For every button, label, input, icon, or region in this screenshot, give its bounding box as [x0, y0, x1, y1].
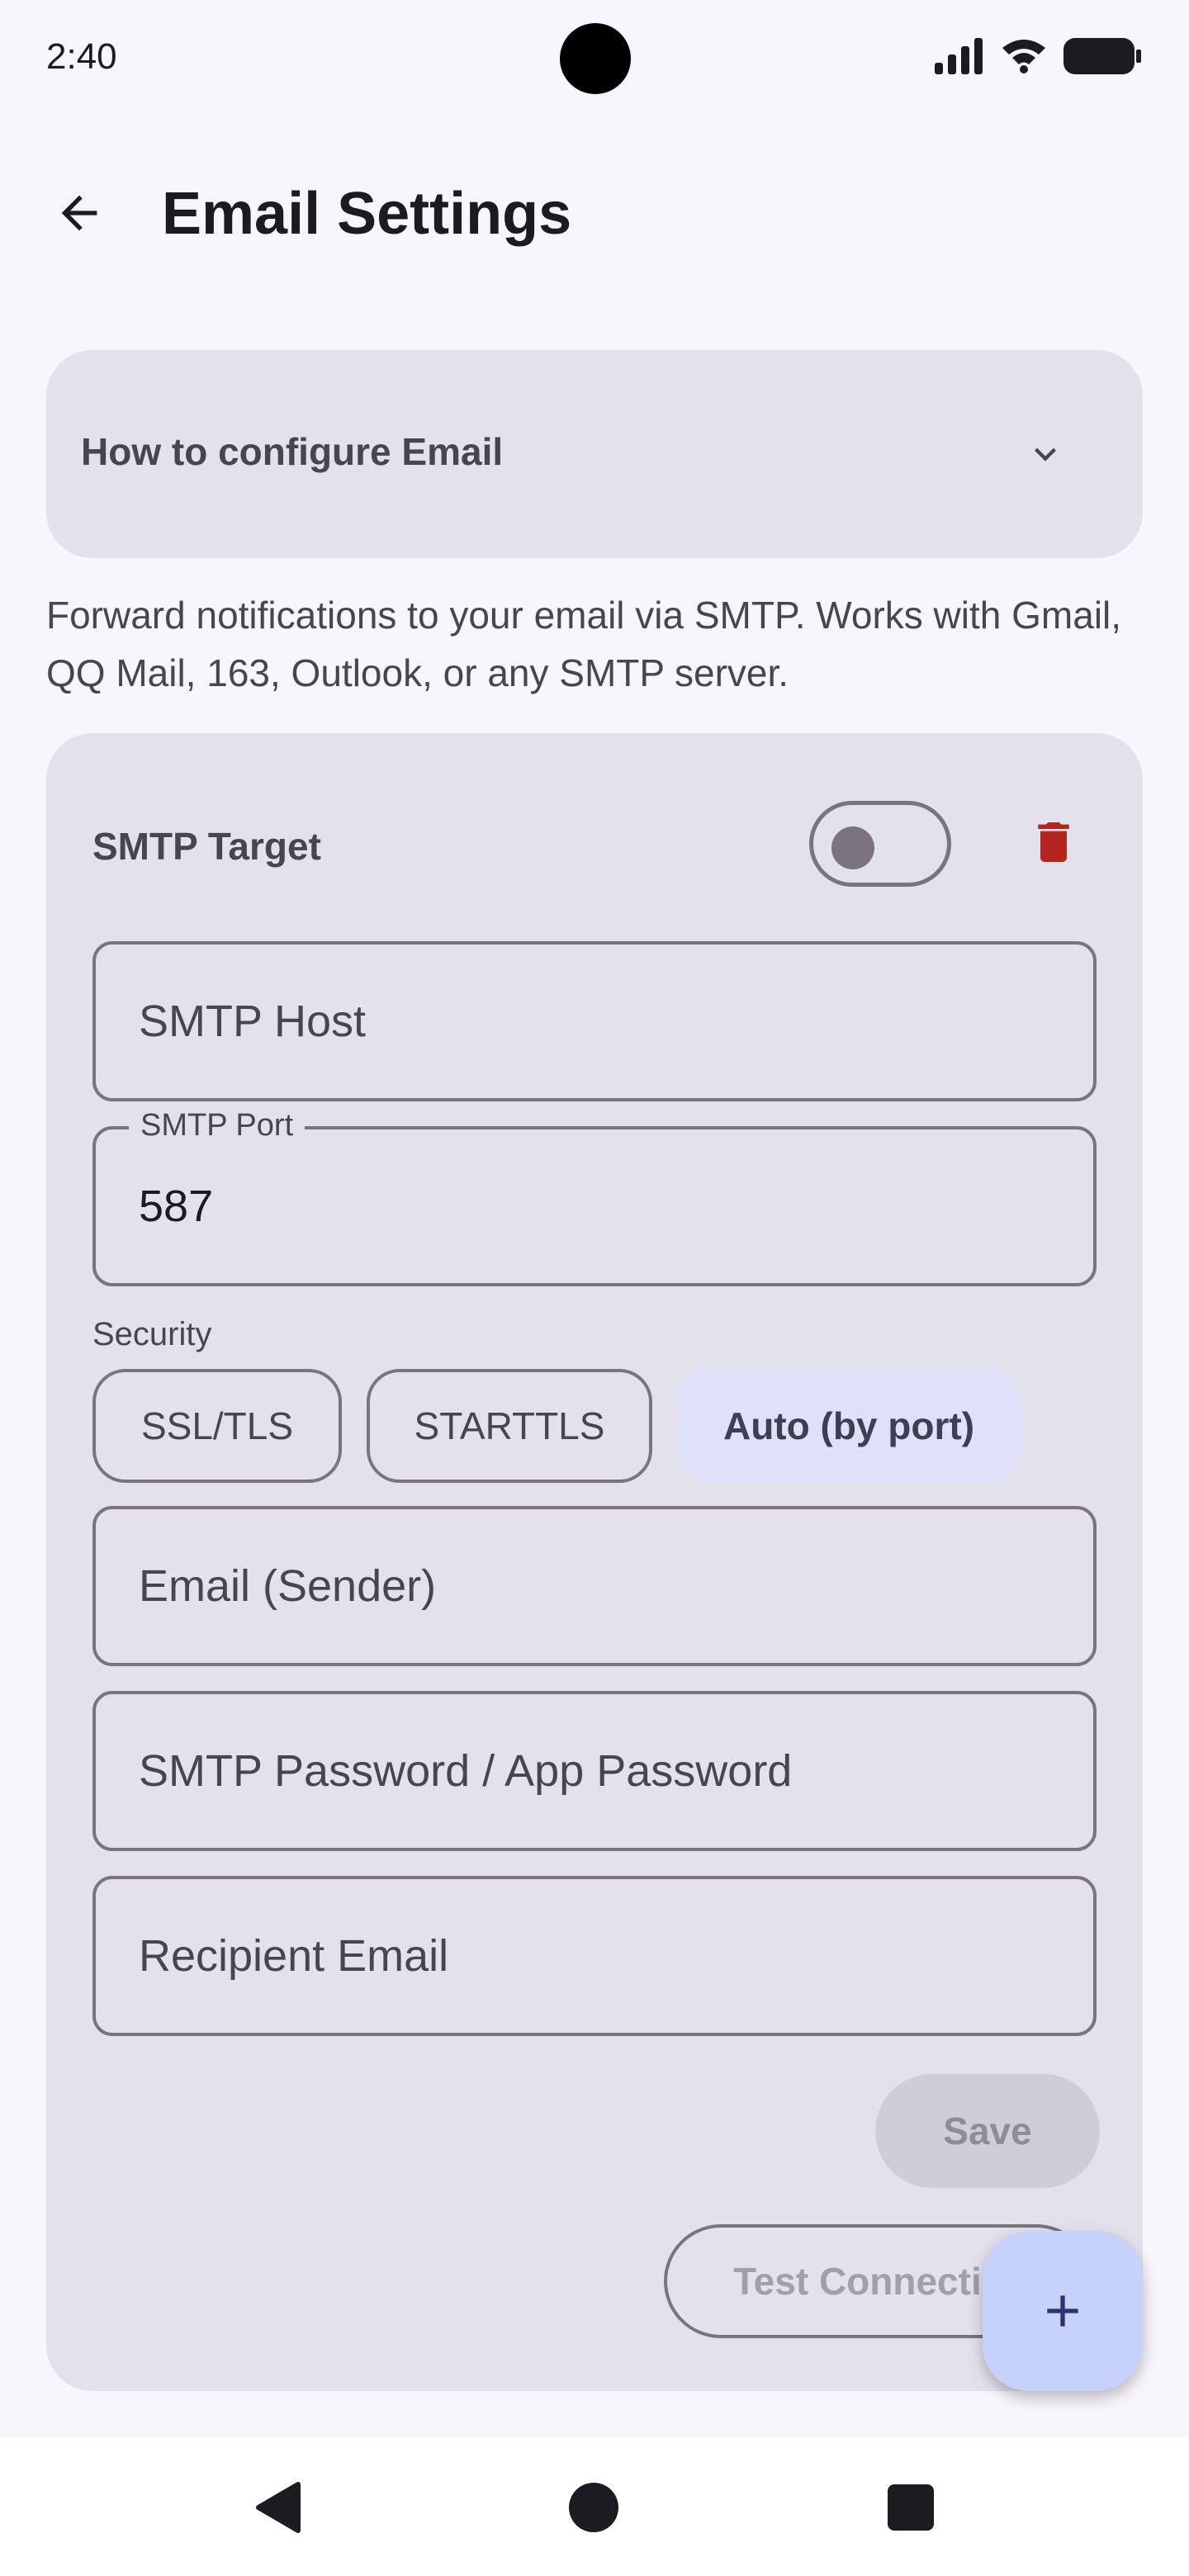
system-nav-bar: [0, 2437, 1189, 2576]
smtp-port-input[interactable]: [139, 1129, 1060, 1283]
plus-icon: [1047, 2295, 1078, 2327]
smtp-host-input[interactable]: [139, 945, 1060, 1098]
smtp-password-field[interactable]: [92, 1691, 1097, 1851]
back-triangle-icon: [256, 2482, 301, 2533]
chevron-down-icon: [1035, 447, 1056, 462]
arrow-left-icon: [61, 195, 97, 231]
status-bar: 2:40: [0, 0, 1189, 119]
description-text: Forward notifications to your email via …: [46, 594, 1122, 694]
smtp-port-field[interactable]: SMTP Port: [92, 1108, 1097, 1286]
trash-icon: [1038, 822, 1069, 862]
add-target-fab[interactable]: [983, 2231, 1143, 2391]
battery-icon: [1063, 38, 1141, 74]
help-expandable-card[interactable]: How to configure Email: [46, 350, 1143, 558]
chip-auto-by-port[interactable]: Auto (by port): [677, 1369, 1021, 1483]
chip-ssl-tls[interactable]: SSL/TLS: [92, 1369, 342, 1483]
sender-email-field[interactable]: [92, 1506, 1097, 1666]
smtp-host-field[interactable]: [92, 941, 1097, 1101]
smtp-password-input[interactable]: [139, 1694, 1060, 1848]
smtp-target-card: SMTP Target SMTP Port Security SSL/TLS S…: [46, 733, 1143, 2391]
wifi-icon: [1002, 40, 1045, 73]
chip-starttls[interactable]: STARTTLS: [367, 1369, 652, 1483]
sender-email-input[interactable]: [139, 1509, 1060, 1663]
signal-icon: [935, 38, 983, 74]
app-bar: Email Settings: [0, 157, 1189, 264]
recents-square-icon: [888, 2484, 934, 2531]
status-time: 2:40: [46, 36, 117, 77]
nav-recents-button[interactable]: [882, 2479, 940, 2536]
recipient-email-input[interactable]: [139, 1879, 1060, 2033]
recipient-email-field[interactable]: [92, 1876, 1097, 2036]
nav-home-button[interactable]: [565, 2479, 623, 2536]
target-title: SMTP Target: [92, 825, 321, 868]
enable-toggle[interactable]: [809, 801, 951, 887]
home-circle-icon: [569, 2483, 618, 2532]
save-button[interactable]: Save: [875, 2074, 1100, 2188]
page-title: Email Settings: [162, 181, 572, 247]
toggle-knob: [831, 826, 874, 869]
nav-back-button[interactable]: [249, 2479, 307, 2536]
camera-cutout: [560, 23, 631, 94]
help-card-title: How to configure Email: [81, 430, 504, 473]
delete-target-button[interactable]: [1024, 812, 1083, 872]
security-label: Security: [92, 1316, 212, 1352]
back-button[interactable]: [46, 180, 112, 246]
status-icons: [935, 36, 1143, 76]
